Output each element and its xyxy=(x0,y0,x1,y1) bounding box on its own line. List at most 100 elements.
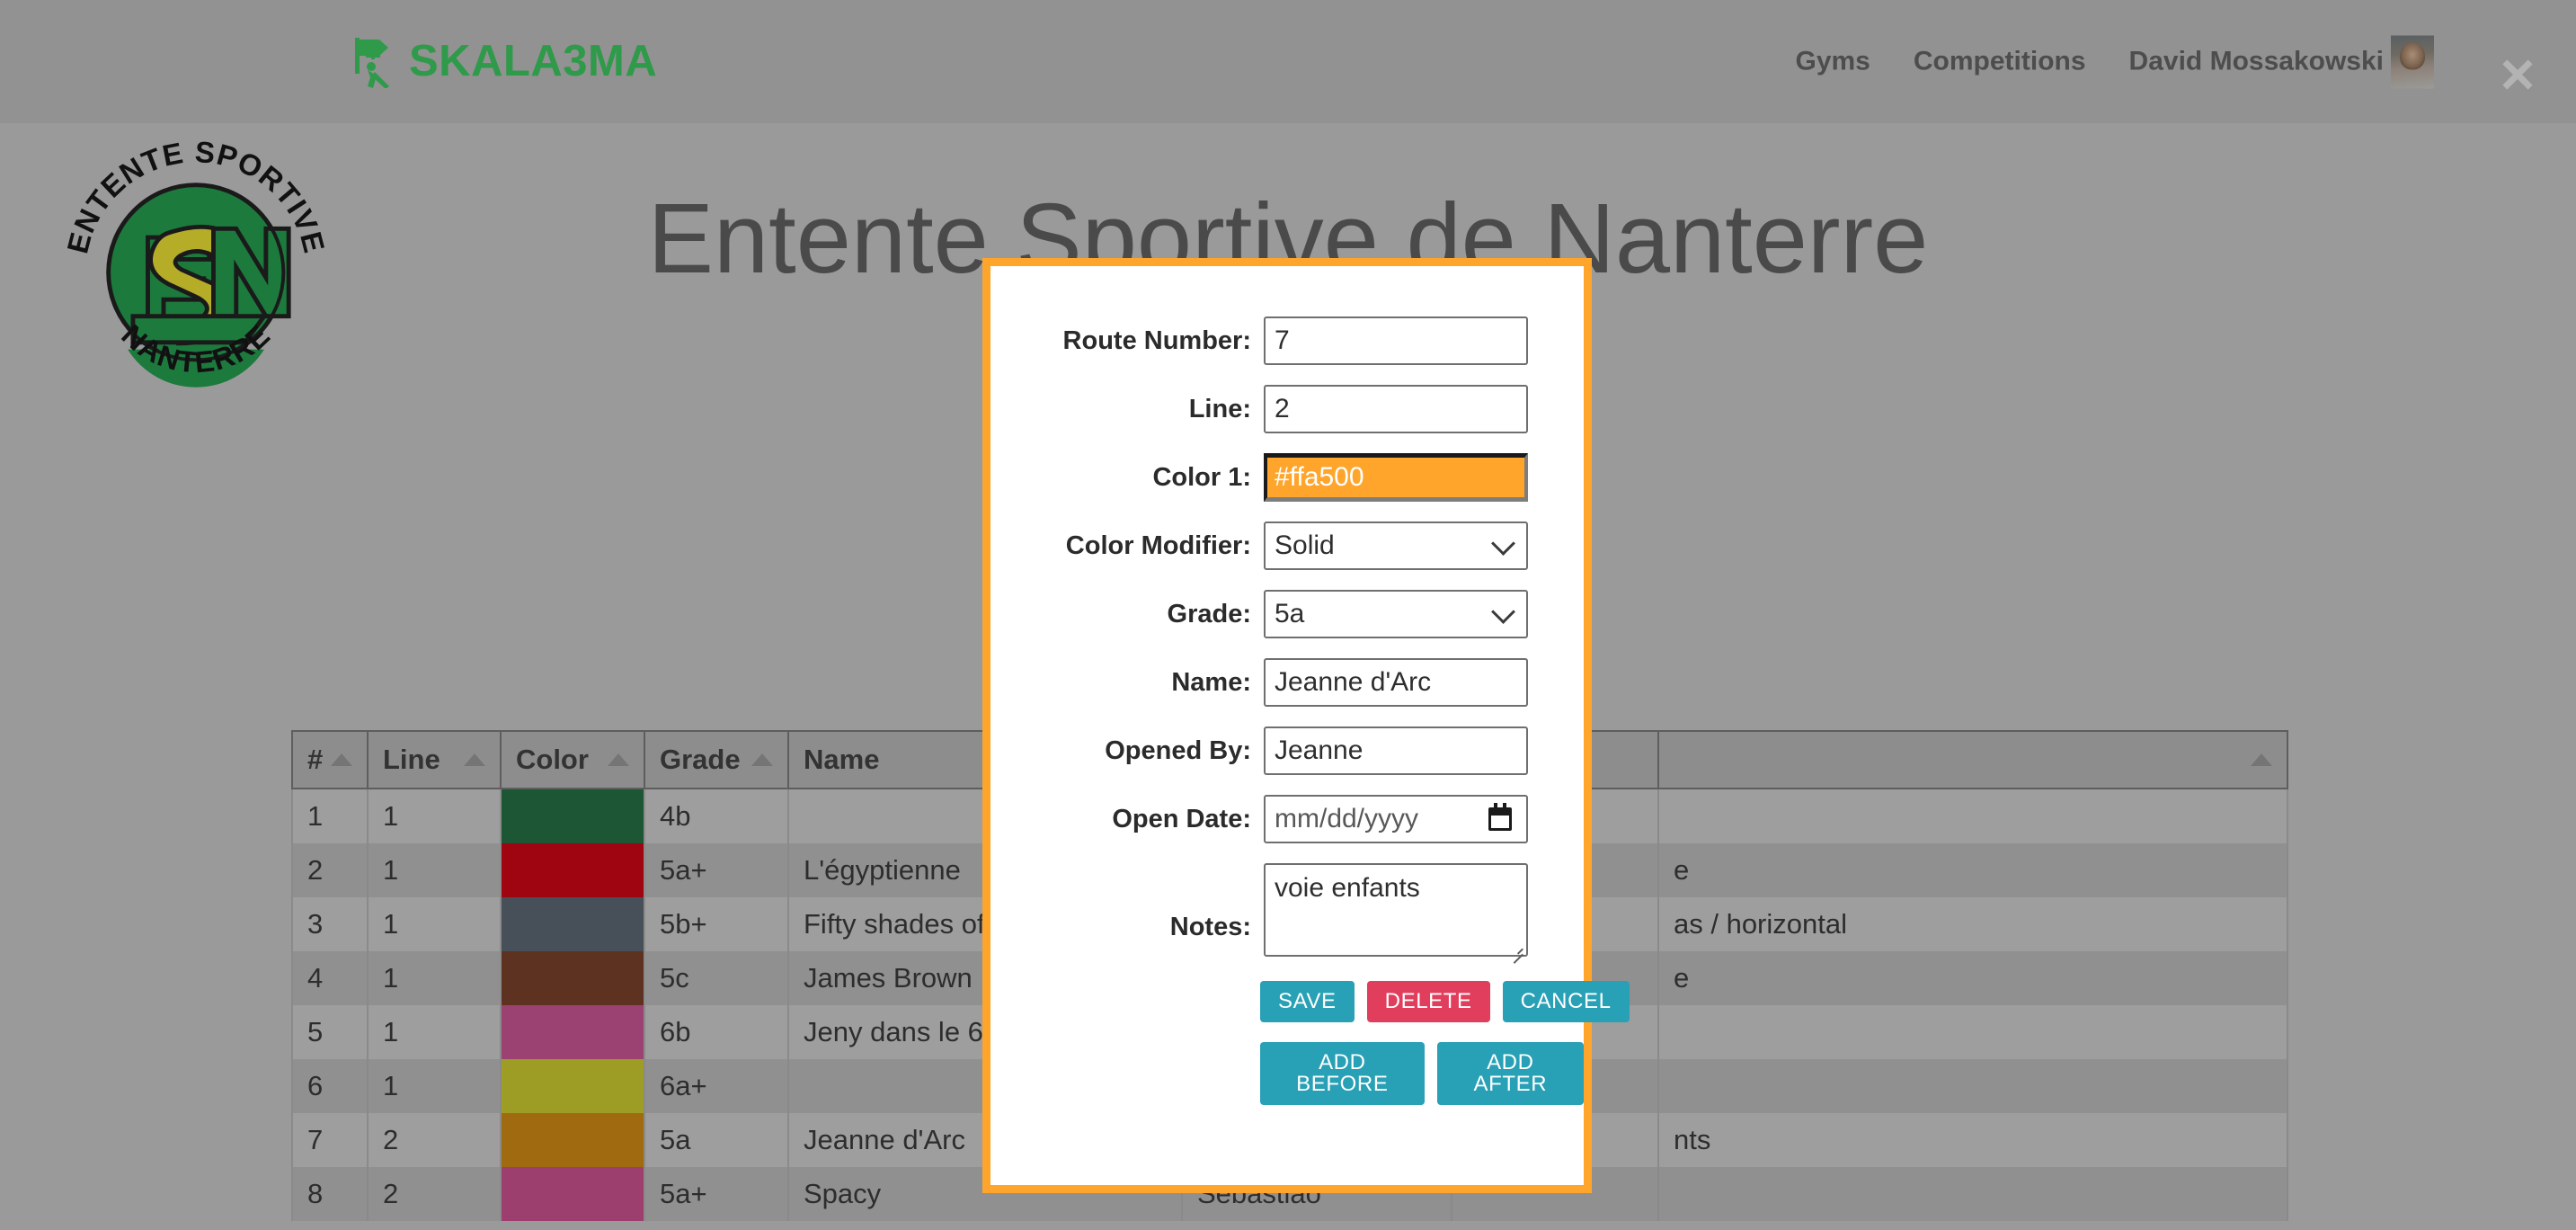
cell-notes: nts xyxy=(1658,1113,2287,1167)
color-swatch xyxy=(502,1059,644,1113)
cancel-button[interactable]: CANCEL xyxy=(1503,981,1630,1022)
cell-line: 2 xyxy=(368,1113,501,1167)
sort-ascending-icon[interactable] xyxy=(608,753,629,766)
sort-ascending-icon[interactable] xyxy=(331,753,352,766)
column-label-line: Line xyxy=(383,744,440,775)
cell-color xyxy=(501,789,644,843)
field-row-grade: Grade: 5a xyxy=(990,590,1584,638)
primary-button-row: SAVE DELETE CANCEL xyxy=(990,981,1584,1022)
column-header-grade[interactable]: Grade xyxy=(644,731,788,789)
color-swatch xyxy=(502,1167,644,1221)
sort-ascending-icon[interactable] xyxy=(2251,753,2272,766)
color-swatch xyxy=(502,1005,644,1059)
cell-notes: e xyxy=(1658,951,2287,1005)
label-notes: Notes: xyxy=(990,863,1264,951)
cell-line: 1 xyxy=(368,789,501,843)
calendar-icon[interactable] xyxy=(1488,807,1512,831)
column-header-line[interactable]: Line xyxy=(368,731,501,789)
cell-grade: 4b xyxy=(644,789,788,843)
cell-num: 3 xyxy=(292,897,368,951)
field-row-open-date: Open Date: mm/dd/yyyy xyxy=(990,795,1584,843)
cell-num: 2 xyxy=(292,843,368,897)
name-input[interactable] xyxy=(1264,658,1528,707)
route-number-input[interactable] xyxy=(1264,316,1528,365)
cell-grade: 6a+ xyxy=(644,1059,788,1113)
cell-notes: as / horizontal xyxy=(1658,897,2287,951)
route-edit-form: Route Number: Line: Color 1: #ffa500 xyxy=(990,266,1584,1105)
color-modifier-value: Solid xyxy=(1275,530,1335,561)
cell-num: 8 xyxy=(292,1167,368,1221)
nav-link-competitions[interactable]: Competitions xyxy=(1892,47,2108,77)
color-swatch xyxy=(502,1113,644,1167)
field-row-line: Line: xyxy=(990,385,1584,433)
grade-select[interactable]: 5a xyxy=(1264,590,1528,638)
save-button[interactable]: SAVE xyxy=(1260,981,1355,1022)
column-header-color[interactable]: Color xyxy=(501,731,644,789)
cell-notes xyxy=(1658,1167,2287,1221)
cell-grade: 5c xyxy=(644,951,788,1005)
cell-num: 4 xyxy=(292,951,368,1005)
cell-line: 1 xyxy=(368,951,501,1005)
cell-notes xyxy=(1658,1005,2287,1059)
user-name-label: David Mossakowski xyxy=(2129,47,2384,77)
field-row-name: Name: xyxy=(990,658,1584,707)
cell-line: 1 xyxy=(368,897,501,951)
avatar[interactable] xyxy=(2391,35,2434,88)
cell-line: 1 xyxy=(368,843,501,897)
color1-picker[interactable]: #ffa500 xyxy=(1264,453,1528,502)
column-header-num[interactable]: # xyxy=(292,731,368,789)
cell-color xyxy=(501,1167,644,1221)
cell-notes xyxy=(1658,1059,2287,1113)
color-swatch xyxy=(502,951,644,1005)
cell-color xyxy=(501,1059,644,1113)
cell-line: 1 xyxy=(368,1059,501,1113)
cell-color xyxy=(501,1113,644,1167)
grade-value: 5a xyxy=(1275,599,1304,629)
delete-button[interactable]: DELETE xyxy=(1367,981,1490,1022)
color-swatch xyxy=(502,897,644,951)
notes-textarea[interactable] xyxy=(1264,863,1528,957)
navbar-right-group: Gyms Competitions David Mossakowski xyxy=(1773,35,2434,88)
cell-grade: 5a xyxy=(644,1113,788,1167)
sort-ascending-icon[interactable] xyxy=(464,753,485,766)
nav-link-gyms[interactable]: Gyms xyxy=(1773,47,1891,77)
add-after-button[interactable]: ADD AFTER xyxy=(1437,1042,1584,1105)
chevron-down-icon xyxy=(1491,531,1515,556)
open-date-input[interactable]: mm/dd/yyyy xyxy=(1264,795,1528,843)
line-input[interactable] xyxy=(1264,385,1528,433)
opened-by-input[interactable] xyxy=(1264,726,1528,775)
cell-grade: 5a+ xyxy=(644,843,788,897)
route-edit-modal: Route Number: Line: Color 1: #ffa500 xyxy=(982,258,1592,1193)
chevron-down-icon xyxy=(1491,600,1515,624)
cell-grade: 6b xyxy=(644,1005,788,1059)
brand-logo-group[interactable]: SKALA3MA xyxy=(353,36,657,88)
column-label-grade: Grade xyxy=(660,744,741,775)
skala3ma-climber-icon xyxy=(353,36,396,88)
label-color-modifier: Color Modifier: xyxy=(990,521,1264,570)
column-header-notes[interactable] xyxy=(1658,731,2287,789)
label-route-number: Route Number: xyxy=(990,316,1264,365)
cell-grade: 5a+ xyxy=(644,1167,788,1221)
color-modifier-select[interactable]: Solid xyxy=(1264,521,1528,570)
cell-num: 6 xyxy=(292,1059,368,1113)
user-menu[interactable]: David Mossakowski xyxy=(2108,35,2434,88)
sort-ascending-icon[interactable] xyxy=(751,753,773,766)
field-row-color-modifier: Color Modifier: Solid xyxy=(990,521,1584,570)
cell-num: 5 xyxy=(292,1005,368,1059)
cell-notes xyxy=(1658,789,2287,843)
cell-line: 2 xyxy=(368,1167,501,1221)
cell-color xyxy=(501,843,644,897)
color-swatch xyxy=(502,789,644,843)
label-color1: Color 1: xyxy=(990,453,1264,502)
add-before-button[interactable]: ADD BEFORE xyxy=(1260,1042,1425,1105)
cell-line: 1 xyxy=(368,1005,501,1059)
field-row-color1: Color 1: #ffa500 xyxy=(990,453,1584,502)
app-root: ENTENTE SPORTIVE NANTERRE Entente Sporti… xyxy=(0,0,2576,1230)
close-icon[interactable] xyxy=(2499,56,2536,94)
label-open-date: Open Date: xyxy=(990,795,1264,843)
label-opened-by: Opened By: xyxy=(990,726,1264,775)
cell-num: 7 xyxy=(292,1113,368,1167)
open-date-placeholder: mm/dd/yyyy xyxy=(1275,804,1418,834)
cell-color xyxy=(501,951,644,1005)
column-label-name: Name xyxy=(804,744,879,775)
